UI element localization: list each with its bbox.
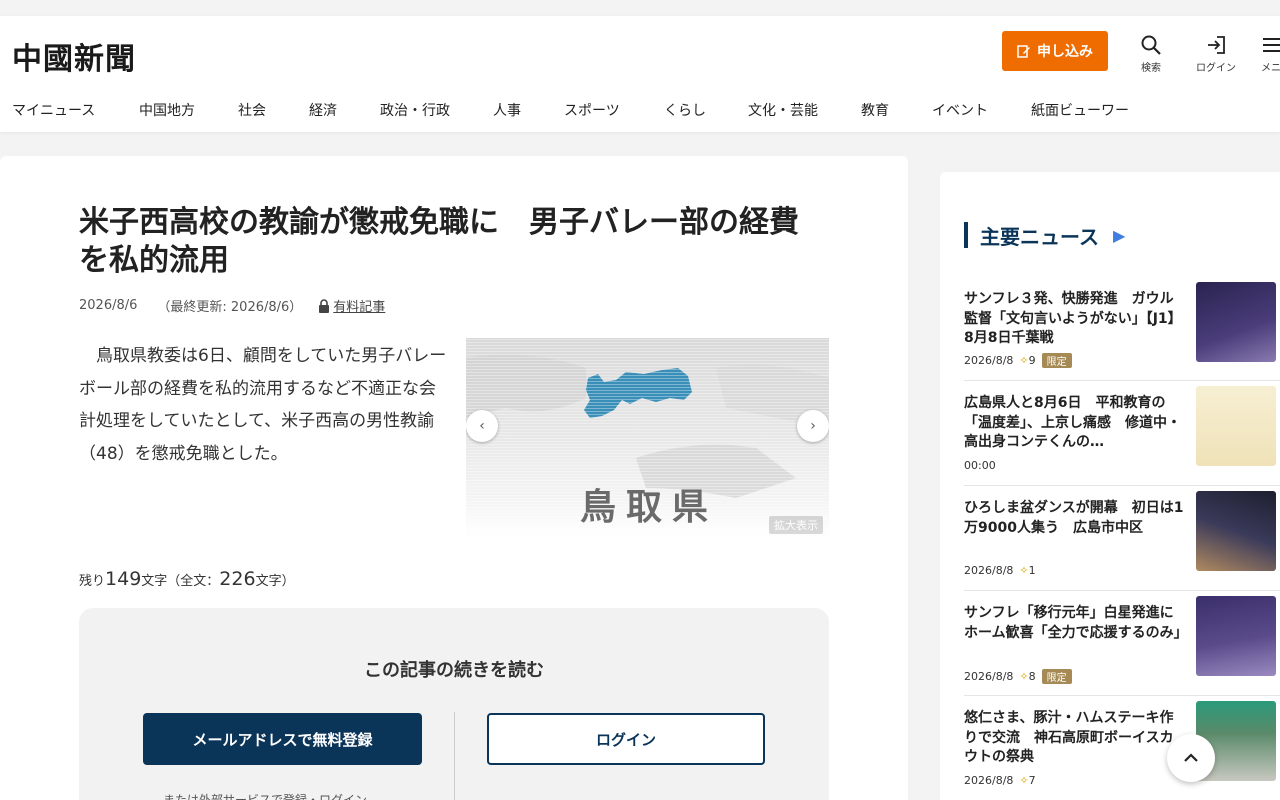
search-icon <box>1141 35 1161 55</box>
news-date: 2026/8/8 <box>964 354 1014 367</box>
news-stars: 1 <box>1028 564 1036 577</box>
limited-badge: 限定 <box>1041 669 1072 684</box>
nav-item-economy[interactable]: 経済 <box>309 100 337 120</box>
photo-caption: 鳥取県 <box>580 487 719 528</box>
article-date: 2026/8/6 <box>79 298 138 313</box>
nav-item-education[interactable]: 教育 <box>861 100 889 120</box>
lock-icon <box>319 298 330 313</box>
news-thumbnail <box>1196 386 1276 466</box>
paywall-box: この記事の続きを読む メールアドレスで無料登録 ログイン または外部サービスで登… <box>79 608 829 800</box>
nav-item-events[interactable]: イベント <box>932 100 988 120</box>
chevron-right-icon: › <box>810 418 816 434</box>
news-title: サンフレ３発、快勝発進 ガウル監督「文句言いようがない」【J1】8月8日千葉戦 <box>964 291 1182 346</box>
article-photo[interactable]: 鳥取県 ‹ › 拡大表示 <box>466 338 829 538</box>
news-date: 2026/8/8 <box>964 564 1014 577</box>
category-nav: マイニュース 中国地方 社会 経済 政治・行政 人事 スポーツ くらし 文化・芸… <box>0 100 1280 120</box>
chevron-left-icon: ‹ <box>479 418 485 434</box>
menu-label: メニ <box>1261 63 1280 74</box>
menu-button[interactable]: メニ <box>1260 34 1280 74</box>
next-photo-button[interactable]: › <box>797 410 829 442</box>
login-icon <box>1208 36 1225 54</box>
news-stars: 7 <box>1028 774 1036 787</box>
subscribe-button[interactable]: 申し込み <box>1002 31 1108 71</box>
news-info: 2026/8/8 ✧8 限定 <box>964 669 1072 684</box>
nav-item-chugoku[interactable]: 中国地方 <box>139 100 195 120</box>
news-separator <box>964 590 1280 591</box>
nav-item-personnel[interactable]: 人事 <box>493 100 521 120</box>
nav-item-society[interactable]: 社会 <box>238 100 266 120</box>
star-icon: ✧ <box>1019 670 1029 683</box>
news-separator <box>964 380 1280 381</box>
prev-photo-button[interactable]: ‹ <box>466 410 498 442</box>
news-separator <box>964 485 1280 486</box>
news-info: 2026/8/8 ✧1 <box>964 564 1036 577</box>
article-card: 米子西高校の教諭が懲戒免職に 男子バレー部の経費を私的流用 2026/8/6 （… <box>0 156 908 800</box>
news-thumbnail <box>1196 491 1276 571</box>
star-icon: ✧ <box>1019 354 1029 367</box>
nav-item-living[interactable]: くらし <box>664 100 706 120</box>
external-login-note[interactable]: または外部サービスで登録・ログイン <box>163 791 367 800</box>
login-label: ログイン <box>1196 63 1236 74</box>
subscribe-label: 申し込み <box>1037 44 1093 60</box>
nav-item-mynews[interactable]: マイニュース <box>12 100 95 120</box>
news-stars: 8 <box>1028 670 1036 683</box>
chevron-up-icon <box>1184 753 1198 762</box>
remaining-mid: 文字（全文： <box>141 574 220 589</box>
news-date: 2026/8/8 <box>964 670 1014 683</box>
news-info: 00:00 <box>964 459 996 472</box>
news-date: 2026/8/8 <box>964 774 1014 787</box>
sidebar-heading[interactable]: 主要ニュース ▶ <box>964 222 1126 249</box>
remaining-suffix: 文字） <box>255 574 295 589</box>
paid-label: 有料記事 <box>333 300 386 315</box>
scroll-to-top-button[interactable] <box>1167 734 1215 782</box>
paywall-divider <box>454 712 455 800</box>
site-header: 中國新聞 申し込み 検索 ログイン メニ マイニュース 中国地方 社会 経済 政… <box>0 16 1280 132</box>
article-title: 米子西高校の教諭が懲戒免職に 男子バレー部の経費を私的流用 <box>79 205 799 278</box>
limited-badge: 限定 <box>1041 353 1072 368</box>
login-button[interactable]: ログイン <box>1196 34 1236 74</box>
nav-item-culture[interactable]: 文化・芸能 <box>748 100 818 120</box>
news-info: 2026/8/8 ✧7 <box>964 774 1036 787</box>
nav-item-sports[interactable]: スポーツ <box>564 100 620 120</box>
paywall-heading: この記事の続きを読む <box>364 660 544 681</box>
register-button[interactable]: メールアドレスで無料登録 <box>143 713 422 765</box>
total-count: 226 <box>219 568 256 590</box>
news-thumbnail <box>1196 282 1276 362</box>
star-icon: ✧ <box>1019 774 1029 787</box>
news-title: 悠仁さま、豚汁・ハムステーキ作りで交流 神石高原町ボーイスカウトの祭典 <box>964 710 1174 765</box>
remaining-chars: 残り149文字（全文：226文字） <box>79 568 295 590</box>
zoom-button[interactable]: 拡大表示 <box>769 516 823 534</box>
sidebar: 主要ニュース ▶ サンフレ３発、快勝発進 ガウル監督「文句言いようがない」【J1… <box>940 172 1280 800</box>
menu-icon <box>1263 38 1280 52</box>
search-button[interactable]: 検索 <box>1140 34 1162 74</box>
star-icon: ✧ <box>1019 564 1029 577</box>
article-meta: 2026/8/6 （最終更新: 2026/8/6） 有料記事 <box>79 296 385 315</box>
remaining-prefix: 残り <box>79 574 106 589</box>
nav-item-viewer[interactable]: 紙面ビューワー <box>1031 100 1129 120</box>
nav-item-politics[interactable]: 政治・行政 <box>380 100 450 120</box>
remaining-count: 149 <box>105 568 142 590</box>
article-updated: （最終更新: 2026/8/6） <box>157 300 303 315</box>
paywall-login-button[interactable]: ログイン <box>487 713 765 765</box>
news-info: 2026/8/8 ✧9 限定 <box>964 353 1072 368</box>
news-thumbnail <box>1196 596 1276 676</box>
news-title: ひろしま盆ダンスが開幕 初日は1万9000人集う 広島市中区 <box>964 500 1184 536</box>
pen-icon <box>1017 45 1030 58</box>
zoom-label: 拡大表示 <box>774 519 818 532</box>
paid-article-badge[interactable]: 有料記事 <box>318 296 385 315</box>
article-lead: 鳥取県教委は6日、顧問をしていた男子バレーボール部の経費を私的流用するなど不適正… <box>79 346 447 464</box>
search-label: 検索 <box>1141 63 1161 74</box>
news-stars: 9 <box>1028 354 1036 367</box>
news-date: 00:00 <box>964 459 996 472</box>
news-title: サンフレ「移行元年」白星発進にホーム歓喜「全力で応援するのみ」 <box>964 605 1188 641</box>
chevron-right-icon: ▶ <box>1113 225 1126 245</box>
sidebar-heading-label: 主要ニュース <box>980 224 1099 249</box>
top-strip <box>0 0 1280 16</box>
news-separator <box>964 695 1280 696</box>
news-title: 広島県人と8月6日 平和教育の「温度差」、上京し痛感 修道中・高出身コンテくんの… <box>964 395 1181 450</box>
site-logo[interactable]: 中國新聞 <box>12 34 136 78</box>
